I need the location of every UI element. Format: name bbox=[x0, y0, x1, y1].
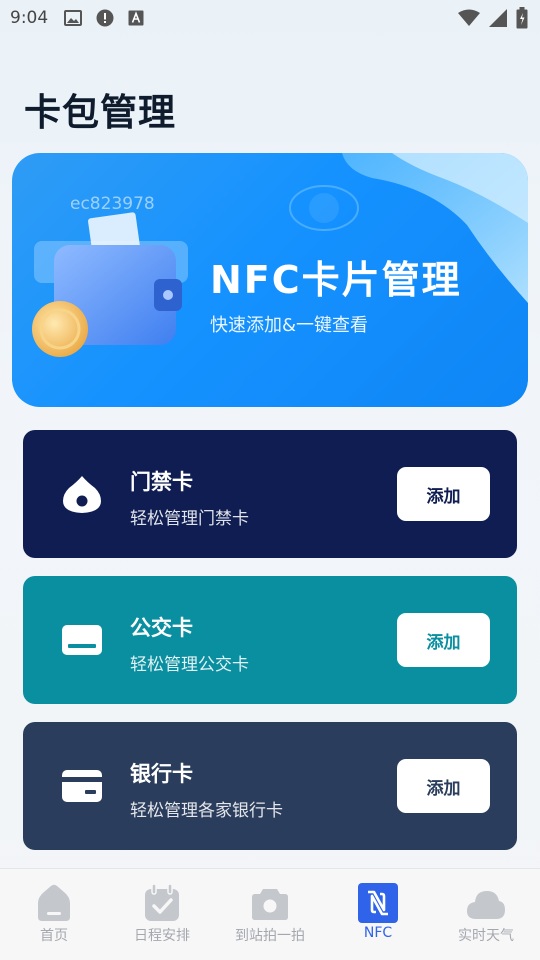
cellular-signal-icon bbox=[489, 9, 507, 27]
wifi-icon bbox=[458, 9, 480, 26]
cloud-icon bbox=[467, 891, 505, 919]
tab-label: 首页 bbox=[40, 928, 68, 944]
battery-icon bbox=[516, 7, 528, 29]
tab-label: 到站拍一拍 bbox=[235, 928, 305, 944]
tab-label: NFC bbox=[363, 925, 393, 941]
tab-label: 实时天气 bbox=[458, 928, 514, 944]
calendar-check-icon bbox=[145, 883, 179, 921]
tab-label: 日程安排 bbox=[134, 928, 190, 944]
page-title: 卡包管理 bbox=[24, 91, 176, 134]
card-subtitle: 轻松管理各家银行卡 bbox=[130, 801, 283, 821]
nfc-icon bbox=[358, 883, 398, 923]
tab-weather[interactable]: 实时天气 bbox=[432, 883, 540, 945]
camera-icon bbox=[252, 889, 288, 920]
home-icon bbox=[38, 884, 70, 921]
nfc-banner[interactable]: ec823978 NFC卡片管理 快速添加&一键查看 bbox=[12, 153, 528, 407]
status-time: 9:04 bbox=[10, 8, 49, 28]
tab-home[interactable]: 首页 bbox=[0, 883, 108, 945]
tab-schedule[interactable]: 日程安排 bbox=[108, 883, 216, 945]
bottom-tab-bar: 首页 日程安排 到站拍一拍 NFC 实时天气 bbox=[0, 868, 540, 960]
status-indicators bbox=[458, 7, 528, 29]
tab-nfc[interactable]: NFC bbox=[324, 883, 432, 941]
tab-camera[interactable]: 到站拍一拍 bbox=[216, 883, 324, 945]
card-subtitle: 轻松管理门禁卡 bbox=[130, 509, 249, 529]
image-notification-icon bbox=[64, 10, 83, 26]
bank-card-icon bbox=[62, 770, 102, 802]
bus-card-icon bbox=[62, 625, 102, 655]
status-bar: 9:04 bbox=[0, 0, 540, 36]
card-subtitle: 轻松管理公交卡 bbox=[130, 655, 249, 675]
font-notification-icon bbox=[128, 10, 144, 26]
card-title: 银行卡 bbox=[130, 762, 193, 786]
card-bus[interactable]: 公交卡 轻松管理公交卡 添加 bbox=[23, 576, 517, 704]
card-bank[interactable]: 银行卡 轻松管理各家银行卡 添加 bbox=[23, 722, 517, 850]
card-title: 公交卡 bbox=[130, 616, 193, 640]
alert-notification-icon bbox=[96, 9, 114, 27]
add-bank-card-button[interactable]: 添加 bbox=[397, 759, 490, 813]
card-title: 门禁卡 bbox=[130, 470, 193, 494]
add-access-card-button[interactable]: 添加 bbox=[397, 467, 490, 521]
banner-title: NFC卡片管理 bbox=[210, 258, 462, 302]
card-access[interactable]: 门禁卡 轻松管理门禁卡 添加 bbox=[23, 430, 517, 558]
add-bus-card-button[interactable]: 添加 bbox=[397, 613, 490, 667]
banner-subtitle: 快速添加&一键查看 bbox=[210, 315, 369, 336]
access-tag-icon bbox=[63, 476, 101, 513]
banner-code-text: ec823978 bbox=[70, 194, 155, 214]
